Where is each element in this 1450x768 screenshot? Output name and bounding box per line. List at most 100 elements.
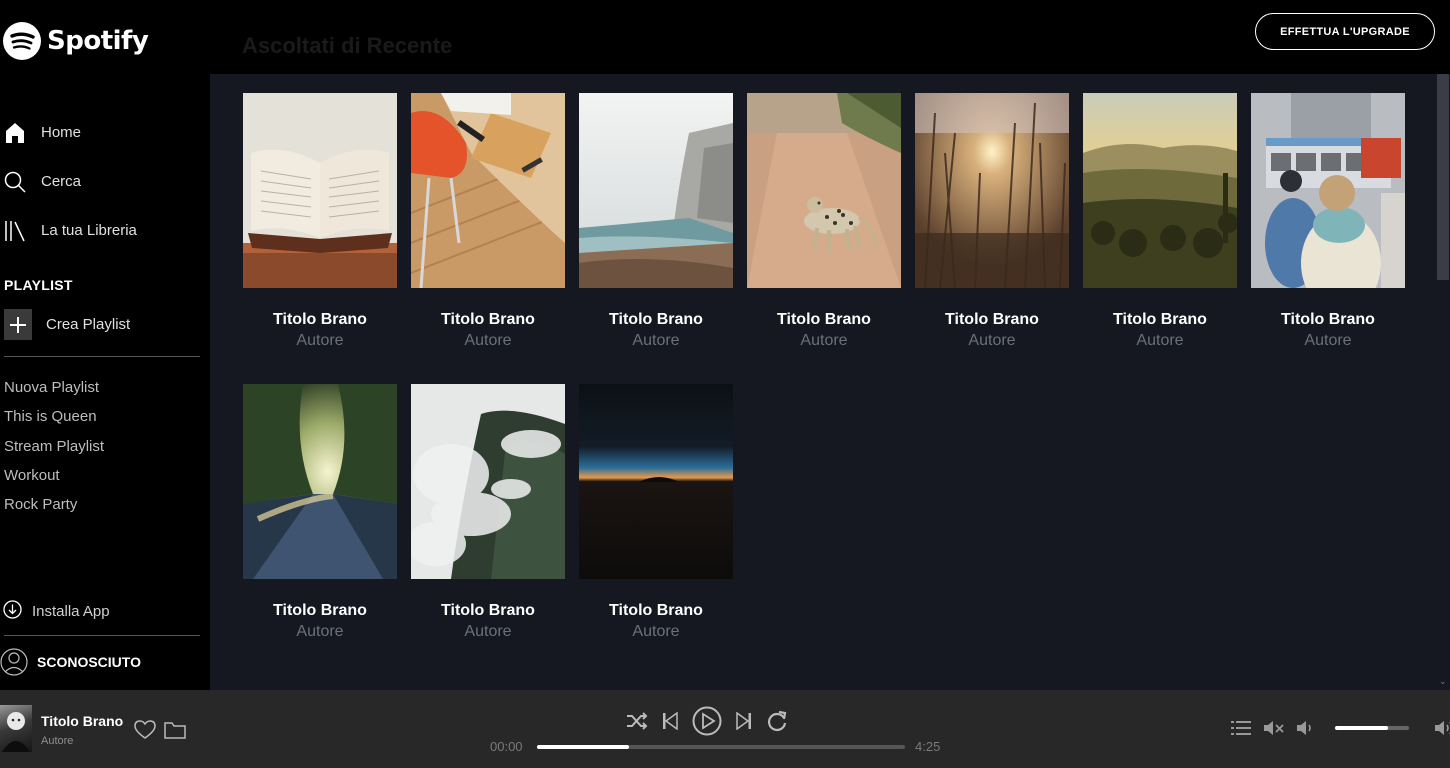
now-playing-title[interactable]: Titolo Brano bbox=[41, 713, 123, 729]
install-app-button[interactable]: Installa App bbox=[3, 600, 110, 623]
sidebar: Spotify Home Cerca La tua Libreria PLAYL… bbox=[0, 0, 210, 690]
playlist-item[interactable]: Rock Party bbox=[4, 490, 104, 519]
volume-high-icon[interactable] bbox=[1434, 719, 1450, 737]
user-name: SCONOSCIUTO bbox=[37, 654, 141, 670]
player-bar: Titolo Brano Autore 00:00 4:25 bbox=[0, 690, 1450, 768]
search-icon bbox=[4, 169, 26, 195]
nav-label: Home bbox=[41, 124, 82, 141]
track-card[interactable]: Titolo Brano Autore bbox=[411, 384, 565, 675]
track-author: Autore bbox=[1304, 332, 1352, 349]
download-icon bbox=[3, 600, 22, 623]
user-menu[interactable]: SCONOSCIUTO bbox=[0, 645, 141, 679]
heart-icon[interactable] bbox=[134, 720, 156, 740]
track-author: Autore bbox=[296, 332, 344, 349]
track-card[interactable]: Titolo Brano Autore bbox=[1083, 93, 1237, 384]
main-scrollbar[interactable]: ⌄ bbox=[1436, 74, 1450, 690]
track-title: Titolo Brano bbox=[273, 311, 367, 328]
track-thumbnail bbox=[411, 384, 565, 579]
playlist-item[interactable]: Stream Playlist bbox=[4, 432, 104, 461]
track-author: Autore bbox=[632, 332, 680, 349]
track-title: Titolo Brano bbox=[777, 311, 871, 328]
home-icon bbox=[4, 120, 26, 146]
track-thumbnail bbox=[243, 93, 397, 288]
track-author: Autore bbox=[464, 332, 512, 349]
spotify-logo-icon bbox=[3, 22, 41, 60]
track-title: Titolo Brano bbox=[1113, 311, 1207, 328]
playlist-item[interactable]: This is Queen bbox=[4, 402, 104, 431]
next-icon[interactable] bbox=[736, 712, 752, 730]
track-card[interactable]: Titolo Brano Autore bbox=[579, 384, 733, 675]
track-title: Titolo Brano bbox=[1281, 311, 1375, 328]
nav-item-library[interactable]: La tua Libreria bbox=[4, 206, 204, 255]
nav-item-home[interactable]: Home bbox=[4, 108, 204, 157]
mute-icon[interactable] bbox=[1263, 719, 1285, 737]
user-avatar-icon bbox=[0, 645, 28, 679]
playlist-item[interactable]: Workout bbox=[4, 461, 104, 490]
scrollbar-thumb[interactable] bbox=[1437, 74, 1449, 280]
playlist-section-title: PLAYLIST bbox=[4, 277, 73, 293]
track-thumbnail bbox=[915, 93, 1069, 288]
track-title: Titolo Brano bbox=[609, 311, 703, 328]
install-app-label: Installa App bbox=[32, 603, 110, 620]
page-title: Ascoltati di Recente bbox=[242, 33, 453, 58]
nav-label: La tua Libreria bbox=[41, 222, 137, 239]
folder-icon[interactable] bbox=[164, 720, 186, 740]
playlist-item[interactable]: Nuova Playlist bbox=[4, 373, 104, 402]
progress-bar[interactable] bbox=[537, 745, 905, 749]
divider bbox=[4, 356, 200, 357]
track-card[interactable]: Titolo Brano Autore bbox=[1251, 93, 1405, 384]
top-header: Ascoltati di Recente EFFETTUA L'UPGRADE bbox=[210, 0, 1450, 74]
track-author: Autore bbox=[296, 623, 344, 640]
track-thumbnail bbox=[1251, 93, 1405, 288]
track-thumbnail bbox=[243, 384, 397, 579]
track-title: Titolo Brano bbox=[273, 602, 367, 619]
track-title: Titolo Brano bbox=[441, 311, 535, 328]
playlist-list: Nuova Playlist This is Queen Stream Play… bbox=[4, 373, 104, 519]
progress-fill bbox=[537, 745, 629, 749]
spotify-logo[interactable]: Spotify bbox=[3, 22, 149, 60]
nav-label: Cerca bbox=[41, 173, 82, 190]
track-author: Autore bbox=[800, 332, 848, 349]
library-icon bbox=[4, 218, 26, 244]
recent-grid: Titolo Brano Autore Titolo Brano Autore … bbox=[243, 93, 1405, 675]
track-author: Autore bbox=[632, 623, 680, 640]
track-card[interactable]: Titolo Brano Autore bbox=[747, 93, 901, 384]
main-nav: Home Cerca La tua Libreria bbox=[4, 108, 204, 255]
track-author: Autore bbox=[968, 332, 1016, 349]
divider bbox=[4, 635, 200, 636]
queue-list-icon[interactable] bbox=[1230, 719, 1252, 737]
play-button-icon[interactable] bbox=[692, 706, 722, 736]
shuffle-icon[interactable] bbox=[626, 712, 648, 730]
track-card[interactable]: Titolo Brano Autore bbox=[411, 93, 565, 384]
track-author: Autore bbox=[464, 623, 512, 640]
volume-fill bbox=[1335, 726, 1389, 730]
track-card[interactable]: Titolo Brano Autore bbox=[243, 93, 397, 384]
playback-controls bbox=[626, 706, 788, 736]
track-title: Titolo Brano bbox=[441, 602, 535, 619]
previous-icon[interactable] bbox=[662, 712, 678, 730]
now-playing-author[interactable]: Autore bbox=[41, 735, 73, 747]
secondary-controls bbox=[1230, 719, 1450, 737]
track-thumbnail bbox=[579, 93, 733, 288]
nav-item-search[interactable]: Cerca bbox=[4, 157, 204, 206]
track-card[interactable]: Titolo Brano Autore bbox=[579, 93, 733, 384]
repeat-icon[interactable] bbox=[766, 710, 788, 732]
create-playlist-label: Crea Playlist bbox=[46, 316, 131, 333]
brand-name: Spotify bbox=[47, 26, 149, 56]
upgrade-button[interactable]: EFFETTUA L'UPGRADE bbox=[1255, 13, 1435, 50]
volume-slider[interactable] bbox=[1335, 726, 1409, 730]
track-title: Titolo Brano bbox=[945, 311, 1039, 328]
track-card[interactable]: Titolo Brano Autore bbox=[915, 93, 1069, 384]
now-playing-thumbnail[interactable] bbox=[0, 705, 32, 752]
elapsed-time: 00:00 bbox=[490, 739, 523, 754]
scroll-down-arrow-icon[interactable]: ⌄ bbox=[1439, 676, 1447, 687]
volume-low-icon[interactable] bbox=[1296, 719, 1314, 737]
track-thumbnail bbox=[1083, 93, 1237, 288]
plus-icon bbox=[4, 309, 32, 340]
track-thumbnail bbox=[411, 93, 565, 288]
create-playlist-button[interactable]: Crea Playlist bbox=[4, 309, 130, 340]
track-thumbnail bbox=[747, 93, 901, 288]
main-content: Titolo Brano Autore Titolo Brano Autore … bbox=[210, 74, 1436, 690]
track-card[interactable]: Titolo Brano Autore bbox=[243, 384, 397, 675]
track-author: Autore bbox=[1136, 332, 1184, 349]
